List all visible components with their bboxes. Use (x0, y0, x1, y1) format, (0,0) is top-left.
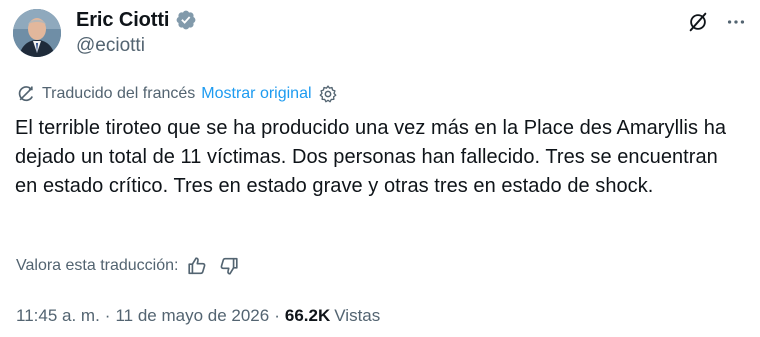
grok-icon[interactable] (686, 10, 710, 34)
translated-from-label: Traducido del francés (42, 85, 196, 102)
rate-translation: Valora esta traducción: (16, 254, 240, 278)
thumbs-up-icon[interactable] (186, 255, 208, 277)
tweet-date[interactable]: 11 de mayo de 2026 (115, 306, 269, 326)
avatar[interactable] (13, 9, 61, 57)
views-label: Vistas (334, 306, 381, 325)
tweet-time[interactable]: 11:45 a. m. (16, 306, 100, 326)
translate-icon (18, 86, 34, 102)
views-count: 66.2K (284, 306, 331, 325)
thumbs-down-icon[interactable] (218, 255, 240, 277)
translation-notice: Traducido del francés Mostrar original (16, 82, 338, 106)
tweet-card: Eric Ciotti @eciotti Traducido del franc… (0, 0, 760, 337)
meta-separator: · (274, 306, 280, 325)
gear-icon[interactable] (318, 84, 338, 104)
author-name-row: Eric Ciotti (76, 8, 197, 32)
author-display-name[interactable]: Eric Ciotti (76, 9, 169, 32)
top-actions (686, 10, 748, 34)
tweet-meta: 11:45 a. m. · 11 de mayo de 2026 · 66.2K… (16, 304, 380, 328)
more-icon[interactable] (724, 10, 748, 34)
meta-separator: · (104, 306, 111, 325)
avatar-image (13, 9, 61, 57)
show-original-link[interactable]: Mostrar original (201, 85, 311, 103)
author-handle[interactable]: @eciotti (76, 35, 145, 57)
rate-translation-label: Valora esta traducción: (16, 257, 179, 274)
verified-badge-icon[interactable] (175, 9, 197, 31)
tweet-text: El terrible tiroteo que se ha producido … (15, 117, 727, 197)
